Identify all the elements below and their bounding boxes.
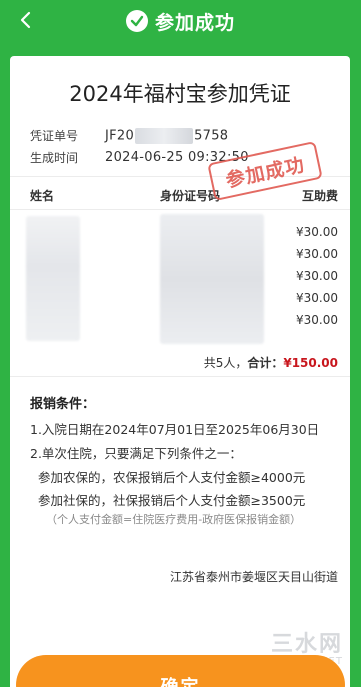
certificate-title: 2024年福村宝参加凭证: [69, 82, 291, 106]
condition-item: 参加农保的，农保报销后个人支付金额≥4000元: [38, 470, 306, 485]
certificate-number-value: JF20 5758: [105, 127, 229, 144]
conditions-note: （个人支付金额=住院医疗费用-政府医保报销金额）: [46, 513, 302, 526]
member-count: 共5人，: [203, 356, 248, 370]
certificate-card: 2024年福村宝参加凭证 凭证单号 JF20 5758 生成时间 2024-06-…: [10, 56, 350, 687]
redacted-mask: [135, 127, 194, 144]
total-amount: ¥150.00: [283, 356, 338, 370]
watermark-text: 三水网: [270, 632, 343, 657]
name-redaction-mask: [26, 216, 80, 341]
column-name-header: 姓名: [30, 189, 55, 203]
column-fee-header: 互助费: [301, 189, 338, 203]
conditions-title: 报销条件：: [30, 397, 96, 412]
page-title: 参加成功: [154, 11, 235, 34]
confirm-button[interactable]: 确定: [16, 655, 345, 687]
address-text: 江苏省泰州市姜堰区天目山街道: [169, 570, 338, 584]
total-label: 合计：: [247, 356, 284, 370]
member-fee: ¥30.00: [296, 313, 338, 327]
back-button[interactable]: [12, 6, 38, 34]
condition-item: 2.单次住院，只要满足下列条件之一：: [30, 446, 242, 461]
condition-item: 1.入院日期在2024年07月01日至2025年06月30日: [30, 422, 320, 437]
total-summary: 共5人，合计：¥150.00: [204, 354, 338, 371]
check-circle-icon: [125, 10, 148, 32]
section-divider: [10, 376, 350, 377]
certificate-number-suffix: 5758: [194, 128, 229, 143]
member-fee: ¥30.00: [296, 269, 338, 283]
title-group: 参加成功: [125, 8, 235, 35]
top-bar: 参加成功: [0, 0, 361, 42]
member-fee: ¥30.00: [296, 247, 338, 261]
column-id-header: 身份证号码: [160, 189, 221, 203]
generated-time-label: 生成时间: [30, 151, 79, 165]
chevron-left-icon: [20, 11, 31, 29]
certificate-number-row: 凭证单号 JF20 5758: [30, 127, 228, 144]
member-fee: ¥30.00: [296, 225, 338, 239]
condition-item: 参加社保的，社保报销后个人支付金额≥3500元: [38, 493, 306, 508]
member-fee: ¥30.00: [296, 291, 338, 305]
certificate-number-label: 凭证单号: [30, 129, 79, 143]
certificate-number-prefix: JF20: [105, 128, 135, 143]
id-redaction-mask: [160, 214, 264, 344]
